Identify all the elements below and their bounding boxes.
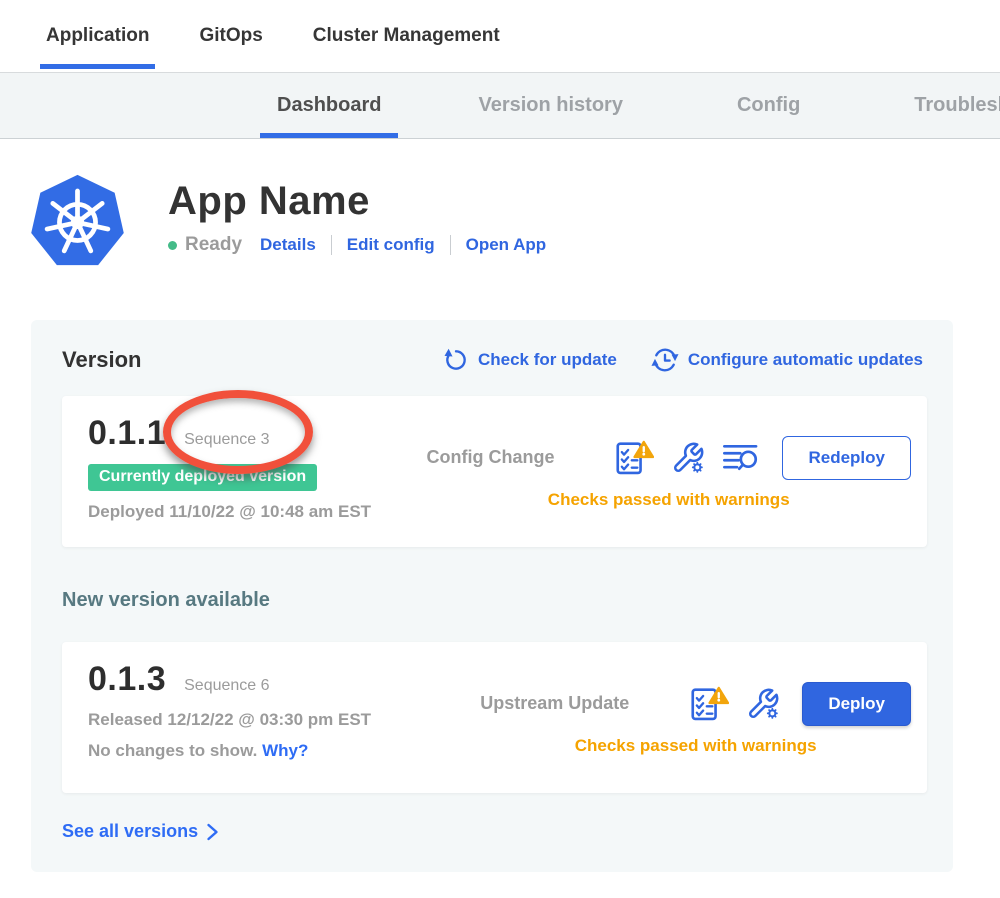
- redeploy-button[interactable]: Redeploy: [782, 436, 911, 480]
- configure-auto-updates-button[interactable]: Configure automatic updates: [651, 346, 923, 374]
- app-header: App Name Ready Details Edit config Open …: [30, 173, 1000, 268]
- current-version-number: 0.1.1: [88, 414, 166, 453]
- page-title: App Name: [168, 179, 546, 224]
- config-wrench-icon[interactable]: [671, 441, 705, 475]
- tab-dashboard[interactable]: Dashboard: [260, 73, 398, 138]
- app-dashboard-page: Application GitOps Cluster Management Da…: [0, 0, 1000, 898]
- preflight-checks-icon[interactable]: [616, 440, 654, 476]
- chevron-right-icon: [206, 823, 219, 841]
- see-all-versions-link[interactable]: See all versions: [62, 821, 927, 842]
- configure-auto-updates-label: Configure automatic updates: [688, 350, 923, 370]
- deploy-button[interactable]: Deploy: [802, 682, 911, 726]
- available-version-sequence: Sequence 6: [184, 677, 269, 695]
- check-for-update-button[interactable]: Check for update: [443, 347, 617, 373]
- tab-gitops[interactable]: GitOps: [193, 0, 268, 72]
- kubernetes-logo-icon: [30, 173, 125, 268]
- tab-config[interactable]: Config: [720, 73, 817, 138]
- refresh-icon: [443, 347, 469, 373]
- config-wrench-icon[interactable]: [746, 687, 780, 721]
- version-panel: Version Check for update: [31, 320, 953, 872]
- version-source-label: Config Change: [426, 447, 554, 468]
- no-changes-text: No changes to show.: [88, 741, 257, 760]
- tab-application[interactable]: Application: [40, 0, 155, 72]
- version-source-label: Upstream Update: [480, 693, 629, 714]
- edit-config-link[interactable]: Edit config: [347, 235, 435, 255]
- why-link[interactable]: Why?: [262, 741, 308, 760]
- auto-update-icon: [651, 346, 679, 374]
- current-version-sequence: Sequence 3: [184, 431, 269, 449]
- top-nav: Application GitOps Cluster Management: [0, 0, 1000, 73]
- preflight-checks-icon[interactable]: [691, 686, 729, 722]
- open-app-link[interactable]: Open App: [466, 235, 547, 255]
- checks-status-text: Checks passed with warnings: [575, 736, 817, 756]
- tab-version-history[interactable]: Version history: [461, 73, 640, 138]
- tab-cluster-management[interactable]: Cluster Management: [307, 0, 506, 72]
- status-badge: Ready: [185, 234, 242, 256]
- sub-nav: Dashboard Version history Config Trouble…: [0, 73, 1000, 139]
- status-dot-icon: [168, 241, 177, 250]
- details-link[interactable]: Details: [260, 235, 316, 255]
- current-version-card: 0.1.1 Sequence 3 Currently deployed vers…: [62, 396, 927, 547]
- available-version-number: 0.1.3: [88, 660, 166, 699]
- available-version-card: 0.1.3 Sequence 6 Released 12/12/22 @ 03:…: [62, 642, 927, 793]
- view-files-icon[interactable]: [722, 442, 760, 474]
- version-panel-title: Version: [62, 347, 141, 373]
- divider: [450, 235, 451, 255]
- new-version-heading: New version available: [62, 589, 927, 612]
- tab-troubleshoot[interactable]: Troubleshoot: [897, 73, 1000, 138]
- see-all-versions-label: See all versions: [62, 821, 198, 842]
- deployed-timestamp: Deployed 11/10/22 @ 10:48 am EST: [88, 502, 426, 522]
- check-for-update-label: Check for update: [478, 350, 617, 370]
- released-timestamp: Released 12/12/22 @ 03:30 pm EST: [88, 710, 480, 730]
- checks-status-text: Checks passed with warnings: [548, 490, 790, 510]
- divider: [331, 235, 332, 255]
- currently-deployed-badge: Currently deployed version: [88, 464, 317, 491]
- no-changes-line: No changes to show. Why?: [88, 741, 480, 761]
